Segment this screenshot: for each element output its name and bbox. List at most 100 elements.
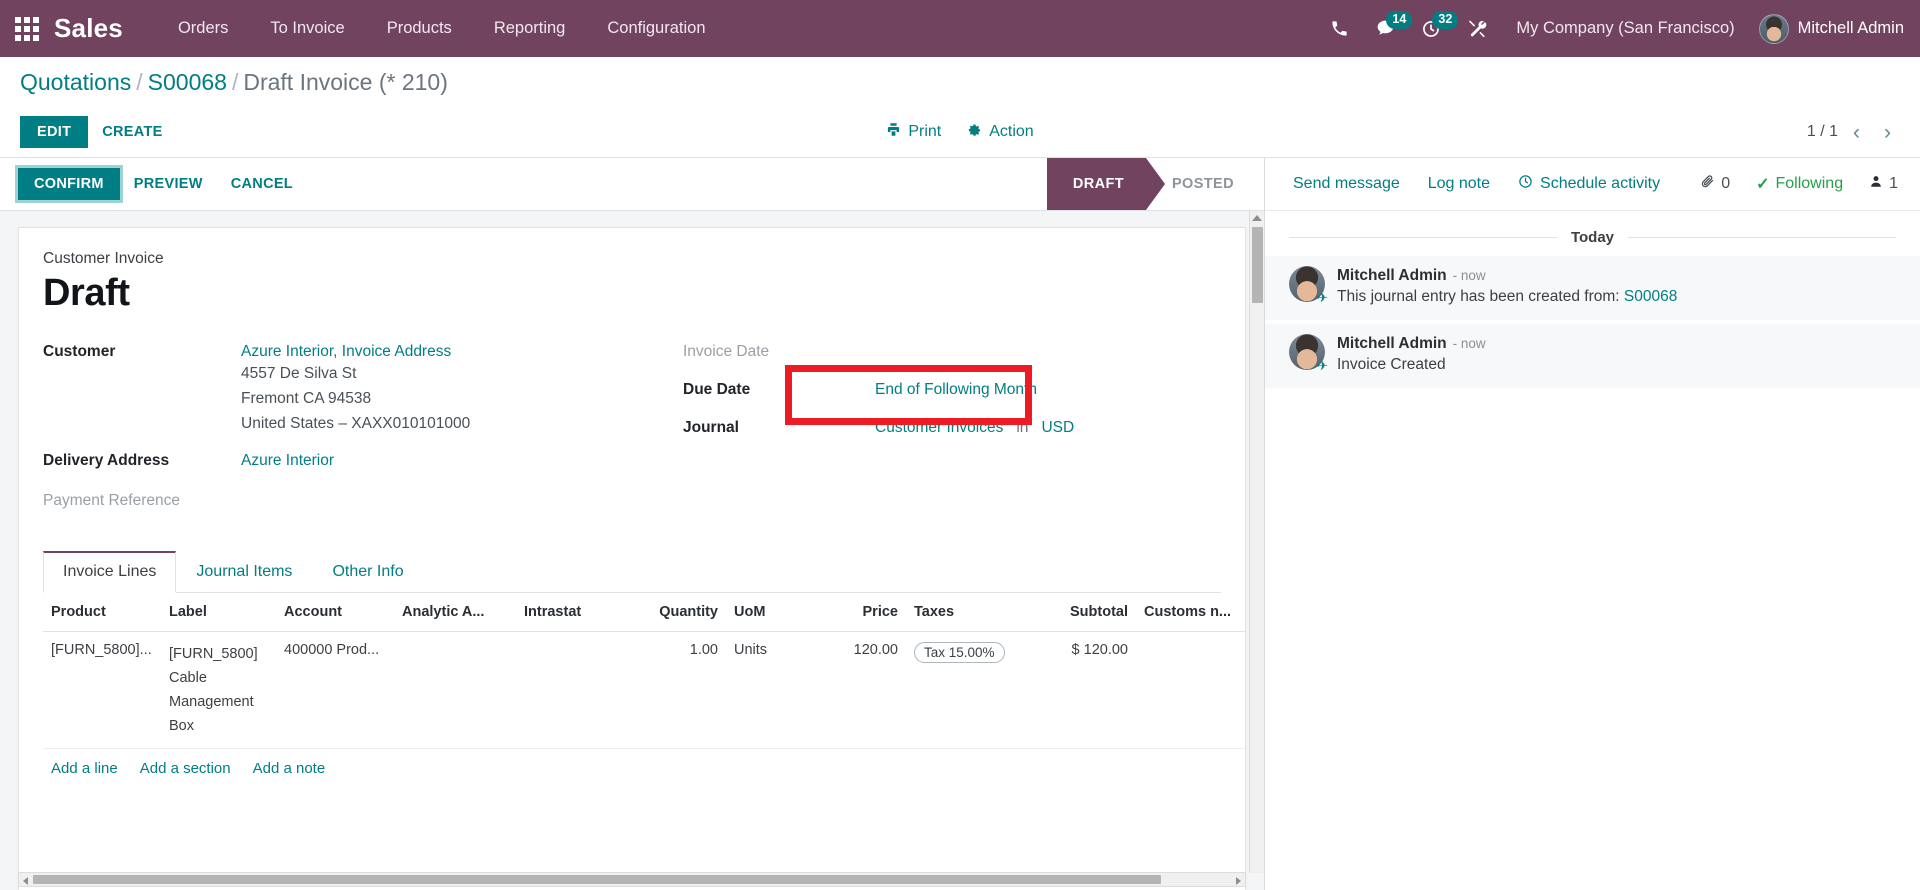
message-record-link[interactable]: S00068 [1624, 288, 1677, 305]
invoice-lines-table-wrapper: Product Label Account Analytic A... Intr… [43, 593, 1245, 788]
page-title: Draft [43, 272, 130, 314]
invoice-form-pane: CONFIRM PREVIEW CANCEL DRAFT POSTED Cust… [0, 158, 1265, 890]
vertical-scroll-thumb[interactable] [1252, 227, 1263, 303]
col-customs[interactable]: Customs n... [1136, 593, 1245, 632]
followers-count: 1 [1889, 175, 1898, 192]
messages-icon[interactable]: 14 [1364, 8, 1413, 50]
cell-account[interactable]: 400000 Prod... [276, 631, 394, 749]
field-payment-reference: Payment Reference [43, 490, 683, 518]
company-switcher[interactable]: My Company (San Francisco) [1502, 19, 1748, 38]
col-quantity[interactable]: Quantity [628, 593, 726, 632]
col-price[interactable]: Price [818, 593, 906, 632]
pager-next-button[interactable]: › [1875, 120, 1900, 145]
delivery-address-value[interactable]: Azure Interior [241, 450, 334, 470]
cell-price[interactable]: 120.00 [818, 631, 906, 749]
create-button[interactable]: CREATE [88, 116, 176, 148]
customer-value-block: Azure Interior, Invoice Address 4557 De … [241, 341, 470, 436]
tab-invoice-lines[interactable]: Invoice Lines [43, 551, 177, 593]
following-label: Following [1775, 175, 1844, 192]
col-label[interactable]: Label [161, 593, 276, 632]
due-date-value[interactable]: End of Following Month [875, 379, 1037, 399]
cell-label[interactable]: [FURN_5800] Cable Management Box [161, 631, 276, 749]
table-row[interactable]: [FURN_5800]... [FURN_5800] Cable Managem… [43, 631, 1245, 749]
message-body: Mitchell Admin - now Invoice Created [1337, 334, 1486, 374]
cell-quantity[interactable]: 1.00 [628, 631, 726, 749]
schedule-activity-label: Schedule activity [1540, 175, 1661, 192]
person-icon [1869, 174, 1883, 194]
add-a-note-button[interactable]: Add a note [253, 760, 326, 777]
menu-configuration[interactable]: Configuration [586, 0, 726, 57]
following-toggle[interactable]: ✓ Following [1756, 174, 1843, 194]
customer-name[interactable]: Azure Interior, Invoice Address [241, 341, 470, 361]
message-text: Invoice Created [1337, 356, 1486, 374]
cell-analytic[interactable] [394, 631, 516, 749]
scroll-left-arrow-icon[interactable] [23, 877, 28, 885]
col-product[interactable]: Product [43, 593, 161, 632]
separator-line-right [1628, 237, 1896, 238]
schedule-activity-button[interactable]: Schedule activity [1504, 168, 1674, 200]
col-intrastat[interactable]: Intrastat [516, 593, 628, 632]
main-area: CONFIRM PREVIEW CANCEL DRAFT POSTED Cust… [0, 158, 1920, 890]
journal-value[interactable]: Customer Invoices [875, 417, 1003, 437]
cell-product[interactable]: [FURN_5800]... [43, 631, 161, 749]
stage-draft[interactable]: DRAFT [1046, 158, 1166, 210]
col-analytic-account[interactable]: Analytic A... [394, 593, 516, 632]
check-icon: ✓ [1756, 176, 1770, 193]
scroll-up-arrow-icon[interactable] [1252, 215, 1262, 221]
add-a-section-button[interactable]: Add a section [140, 760, 231, 777]
chatter-panel: Send message Log note Schedule activity … [1265, 158, 1920, 890]
cell-customs[interactable] [1136, 631, 1245, 749]
col-uom[interactable]: UoM [726, 593, 818, 632]
navbar-systray: 14 32 My Company (San Francisco) Mitchel… [1318, 8, 1904, 50]
message-author: Mitchell Admin [1337, 267, 1447, 284]
cancel-button[interactable]: CANCEL [217, 168, 307, 200]
menu-reporting[interactable]: Reporting [473, 0, 587, 57]
scroll-right-arrow-icon[interactable] [1236, 877, 1241, 885]
developer-tools-icon[interactable] [1456, 8, 1498, 50]
attachments-stat[interactable]: 0 [1700, 174, 1730, 194]
table-header-row: Product Label Account Analytic A... Intr… [43, 593, 1245, 632]
print-label: Print [908, 123, 942, 140]
email-sent-icon: ✈ [1317, 358, 1328, 373]
message-header: Mitchell Admin - now [1337, 335, 1486, 353]
preview-button[interactable]: PREVIEW [120, 168, 217, 200]
activities-clock-icon[interactable]: 32 [1410, 8, 1459, 50]
breadcrumb-s00068[interactable]: S00068 [148, 69, 227, 95]
cell-taxes[interactable]: Tax 15.00% [906, 631, 1024, 749]
action-button[interactable]: Action [967, 122, 1034, 142]
invoice-lines-table: Product Label Account Analytic A... Intr… [43, 593, 1245, 749]
customer-label: Customer [43, 343, 116, 360]
confirm-button[interactable]: CONFIRM [18, 168, 120, 200]
user-menu[interactable]: Mitchell Admin [1753, 13, 1904, 44]
cell-uom[interactable]: Units [726, 631, 818, 749]
horizontal-scrollbar[interactable] [18, 872, 1246, 887]
add-a-line-button[interactable]: Add a line [51, 760, 118, 777]
menu-products[interactable]: Products [366, 0, 473, 57]
edit-button[interactable]: EDIT [20, 116, 89, 148]
app-brand-sales[interactable]: Sales [54, 13, 123, 44]
menu-to-invoice[interactable]: To Invoice [249, 0, 365, 57]
tab-other-info[interactable]: Other Info [312, 551, 423, 593]
cell-intrastat[interactable] [516, 631, 628, 749]
journal-label: Journal [683, 419, 739, 436]
tab-journal-items[interactable]: Journal Items [176, 551, 312, 593]
vertical-scrollbar[interactable] [1249, 211, 1264, 873]
col-account[interactable]: Account [276, 593, 394, 632]
apps-grid-icon[interactable] [10, 12, 44, 46]
followers-stat[interactable]: 1 [1869, 174, 1898, 194]
horizontal-scroll-thumb[interactable] [33, 875, 1161, 884]
menu-orders[interactable]: Orders [157, 0, 249, 57]
avatar: ✈ [1289, 334, 1328, 373]
breadcrumb: Quotations / S00068/Draft Invoice (* 210) [20, 69, 448, 96]
breadcrumb-quotations[interactable]: Quotations [20, 69, 131, 95]
pager-previous-button[interactable]: ‹ [1844, 120, 1869, 145]
phone-icon[interactable] [1318, 8, 1360, 50]
col-subtotal[interactable]: Subtotal [1024, 593, 1136, 632]
message-time: - now [1452, 268, 1486, 283]
journal-currency[interactable]: USD [1041, 417, 1074, 437]
chatter-message: ✈ Mitchell Admin - now This journal entry… [1265, 256, 1920, 320]
col-taxes[interactable]: Taxes [906, 593, 1024, 632]
send-message-button[interactable]: Send message [1279, 169, 1414, 199]
print-button[interactable]: Print [886, 122, 941, 142]
log-note-button[interactable]: Log note [1414, 169, 1504, 199]
